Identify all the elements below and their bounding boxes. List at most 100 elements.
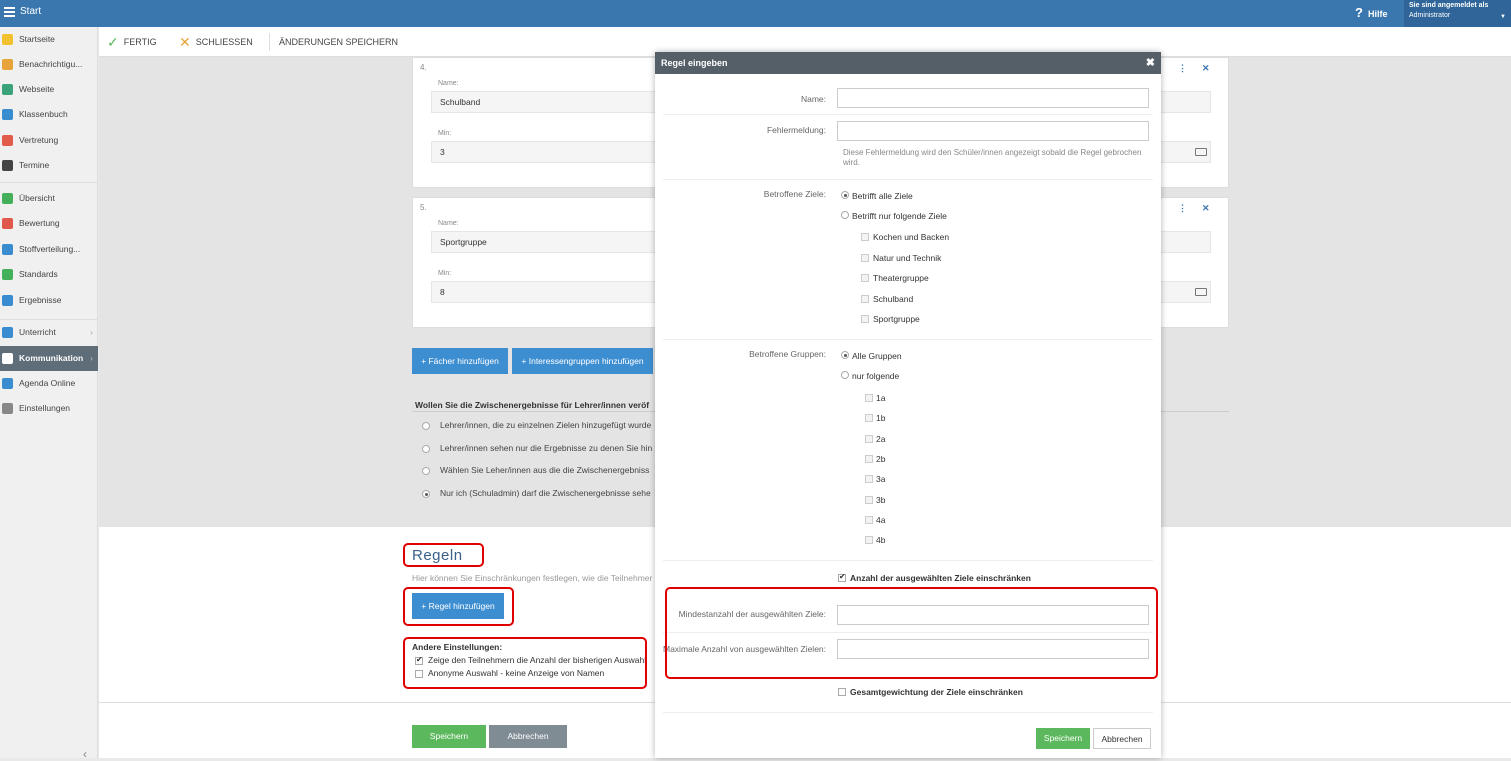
goal-checkbox[interactable] — [861, 274, 869, 282]
radio-option[interactable] — [422, 445, 430, 453]
min-label: Min: — [438, 130, 452, 137]
group-checkbox[interactable] — [865, 536, 873, 545]
group-checkbox-label: 3a — [876, 474, 886, 485]
limit-weight-checkbox[interactable] — [838, 688, 846, 696]
radio-option-label: Wählen Sie Leher/innen aus die die Zwisc… — [440, 465, 650, 475]
input-icon[interactable] — [1195, 288, 1207, 296]
save-button[interactable]: Speichern — [412, 725, 486, 748]
add-interest-group-button[interactable]: + Interessengruppen hinzufügen — [512, 348, 653, 374]
highlight-box — [665, 587, 1158, 679]
limit-weight-label: Gesamtgewichtung der Ziele einschränken — [850, 687, 1023, 697]
group-checkbox[interactable] — [865, 434, 873, 443]
divider — [663, 712, 1153, 713]
radio-option[interactable] — [422, 467, 430, 475]
hamburger-menu-icon[interactable] — [4, 7, 15, 17]
sidebar-item[interactable]: Kommunikation › — [0, 346, 98, 371]
more-icon[interactable]: ⋮ — [1178, 63, 1187, 74]
goals-all-label: Betrifft alle Ziele — [852, 191, 913, 201]
schliessen-button[interactable]: ✕ SCHLIESSEN — [179, 27, 253, 57]
sidebar-item-label: Kommunikation — [19, 353, 84, 363]
close-icon[interactable]: ✖ — [1146, 52, 1155, 74]
goal-checkbox[interactable] — [861, 294, 869, 303]
card-number: 5. — [420, 203, 427, 212]
sidebar-divider — [0, 182, 98, 183]
help-label: Hilfe — [1367, 9, 1388, 19]
divider — [663, 114, 1153, 115]
chevron-right-icon: › — [90, 353, 93, 363]
cancel-button[interactable]: Abbrechen — [489, 725, 567, 748]
goals-some-label: Betrifft nur folgende Ziele — [852, 211, 947, 221]
more-icon[interactable]: ⋮ — [1178, 203, 1187, 214]
collapse-sidebar-icon[interactable]: ‹ — [83, 747, 87, 761]
sidebar-item[interactable]: Startseite — [0, 27, 98, 52]
sidebar-item[interactable]: Klassenbuch — [0, 102, 98, 127]
group-checkbox-label: 3b — [876, 494, 886, 505]
group-checkbox[interactable] — [865, 454, 873, 463]
goal-checkbox-label: Natur und Technik — [873, 252, 942, 263]
fertig-label: FERTIG — [123, 37, 157, 47]
delete-icon[interactable]: ✕ — [1202, 203, 1210, 214]
sidebar-item[interactable]: Bewertung — [0, 211, 98, 236]
save-changes-button[interactable]: ÄNDERUNGEN SPEICHERN — [279, 27, 398, 57]
radio-option[interactable] — [422, 422, 430, 430]
highlight-box — [403, 587, 514, 626]
error-label: Fehlermeldung: — [766, 125, 826, 135]
app-title[interactable]: Start — [20, 6, 41, 17]
sidebar-item-icon — [2, 34, 13, 45]
goals-some-radio[interactable] — [841, 211, 849, 219]
sidebar-item-label: Bewertung — [19, 218, 60, 228]
sidebar-item[interactable]: Unterricht › — [0, 320, 98, 345]
help-link[interactable]: ? Hilfe — [1355, 5, 1387, 20]
group-checkbox[interactable] — [865, 475, 873, 484]
sidebar-item[interactable]: Agenda Online — [0, 371, 98, 396]
sidebar-item[interactable]: Benachrichtigu... — [0, 52, 98, 77]
sidebar-item-label: Stoffverteilung... — [19, 244, 81, 254]
input-icon[interactable] — [1195, 148, 1207, 156]
sidebar-item-icon — [2, 295, 13, 306]
sidebar-item-icon — [2, 403, 13, 414]
limit-count-checkbox[interactable] — [838, 572, 846, 582]
sidebar-item[interactable]: Vertretung — [0, 128, 98, 153]
sidebar-item-icon — [2, 84, 13, 95]
sidebar-item-icon — [2, 269, 13, 280]
sidebar-item[interactable]: Webseite — [0, 77, 98, 102]
name-input[interactable] — [837, 88, 1149, 108]
sidebar-item-label: Übersicht — [19, 193, 55, 203]
sidebar-item[interactable]: Termine — [0, 153, 98, 178]
sidebar-item[interactable]: Stoffverteilung... — [0, 237, 98, 262]
sidebar-item[interactable]: Ergebnisse — [0, 288, 98, 313]
delete-icon[interactable]: ✕ — [1202, 63, 1210, 74]
groups-all-radio[interactable] — [841, 351, 849, 359]
rules-subtitle: Hier können Sie Einschränkungen festlege… — [412, 573, 653, 583]
fertig-button[interactable]: ✓ FERTIG — [107, 27, 157, 57]
group-checkbox-label: 1b — [876, 413, 886, 424]
group-checkbox[interactable] — [865, 515, 873, 524]
group-checkbox[interactable] — [865, 414, 873, 423]
sidebar-item[interactable]: Einstellungen — [0, 396, 98, 421]
goal-checkbox[interactable] — [861, 315, 869, 323]
error-message-input[interactable] — [837, 121, 1149, 141]
radio-option[interactable] — [422, 490, 430, 498]
dialog-title: Regel eingeben — [661, 58, 728, 68]
sidebar-item-label: Standards — [19, 269, 58, 279]
dialog-cancel-button[interactable]: Abbrechen — [1093, 728, 1151, 749]
check-icon: ✓ — [107, 34, 119, 50]
close-icon: ✕ — [179, 34, 191, 50]
goal-checkbox[interactable] — [861, 233, 869, 241]
sidebar-item-label: Unterricht — [19, 327, 56, 337]
toolbar-divider — [269, 33, 270, 51]
add-subject-button[interactable]: + Fächer hinzufügen — [412, 348, 508, 374]
group-checkbox[interactable] — [865, 394, 873, 402]
sidebar-item[interactable]: Übersicht — [0, 186, 98, 211]
radio-option-label: Lehrer/innen sehen nur die Ergebnisse zu… — [440, 443, 653, 453]
sidebar-item-label: Termine — [19, 160, 50, 170]
dialog-save-button[interactable]: Speichern — [1036, 728, 1090, 749]
group-checkbox[interactable] — [865, 495, 873, 504]
groups-some-radio[interactable] — [841, 371, 849, 379]
sidebar-item-icon — [2, 59, 13, 70]
sidebar-item[interactable]: Standards — [0, 262, 98, 287]
goal-checkbox[interactable] — [861, 253, 869, 262]
goals-all-radio[interactable] — [841, 191, 849, 199]
radio-option-label: Lehrer/innen, die zu einzelnen Zielen hi… — [440, 420, 652, 430]
user-menu[interactable]: Sie sind angemeldet als Administrator ▼ — [1404, 0, 1511, 27]
